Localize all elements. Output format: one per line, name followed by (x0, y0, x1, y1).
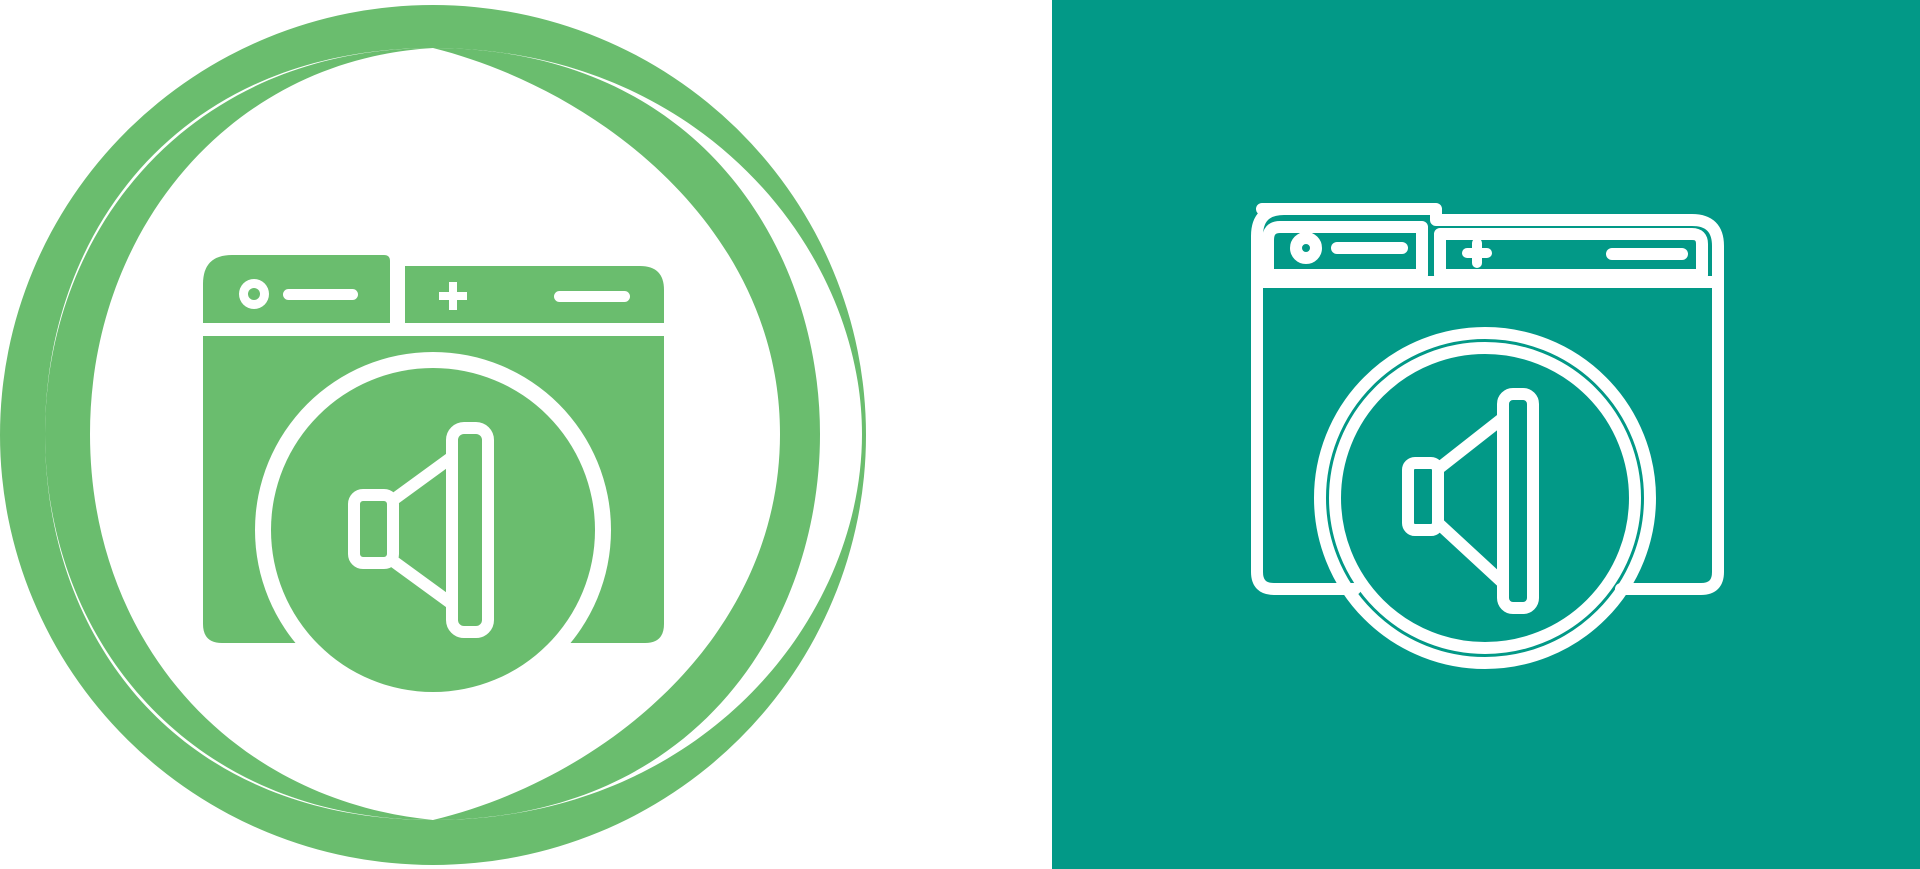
glyph-icon-panel (0, 0, 1052, 869)
browser-audio-glyph-icon (0, 5, 866, 865)
outline-icon-panel (1052, 0, 1920, 869)
icon-preview-canvas (0, 0, 1920, 869)
browser-audio-outline-icon (1052, 0, 1920, 869)
speaker-circle (255, 352, 611, 708)
